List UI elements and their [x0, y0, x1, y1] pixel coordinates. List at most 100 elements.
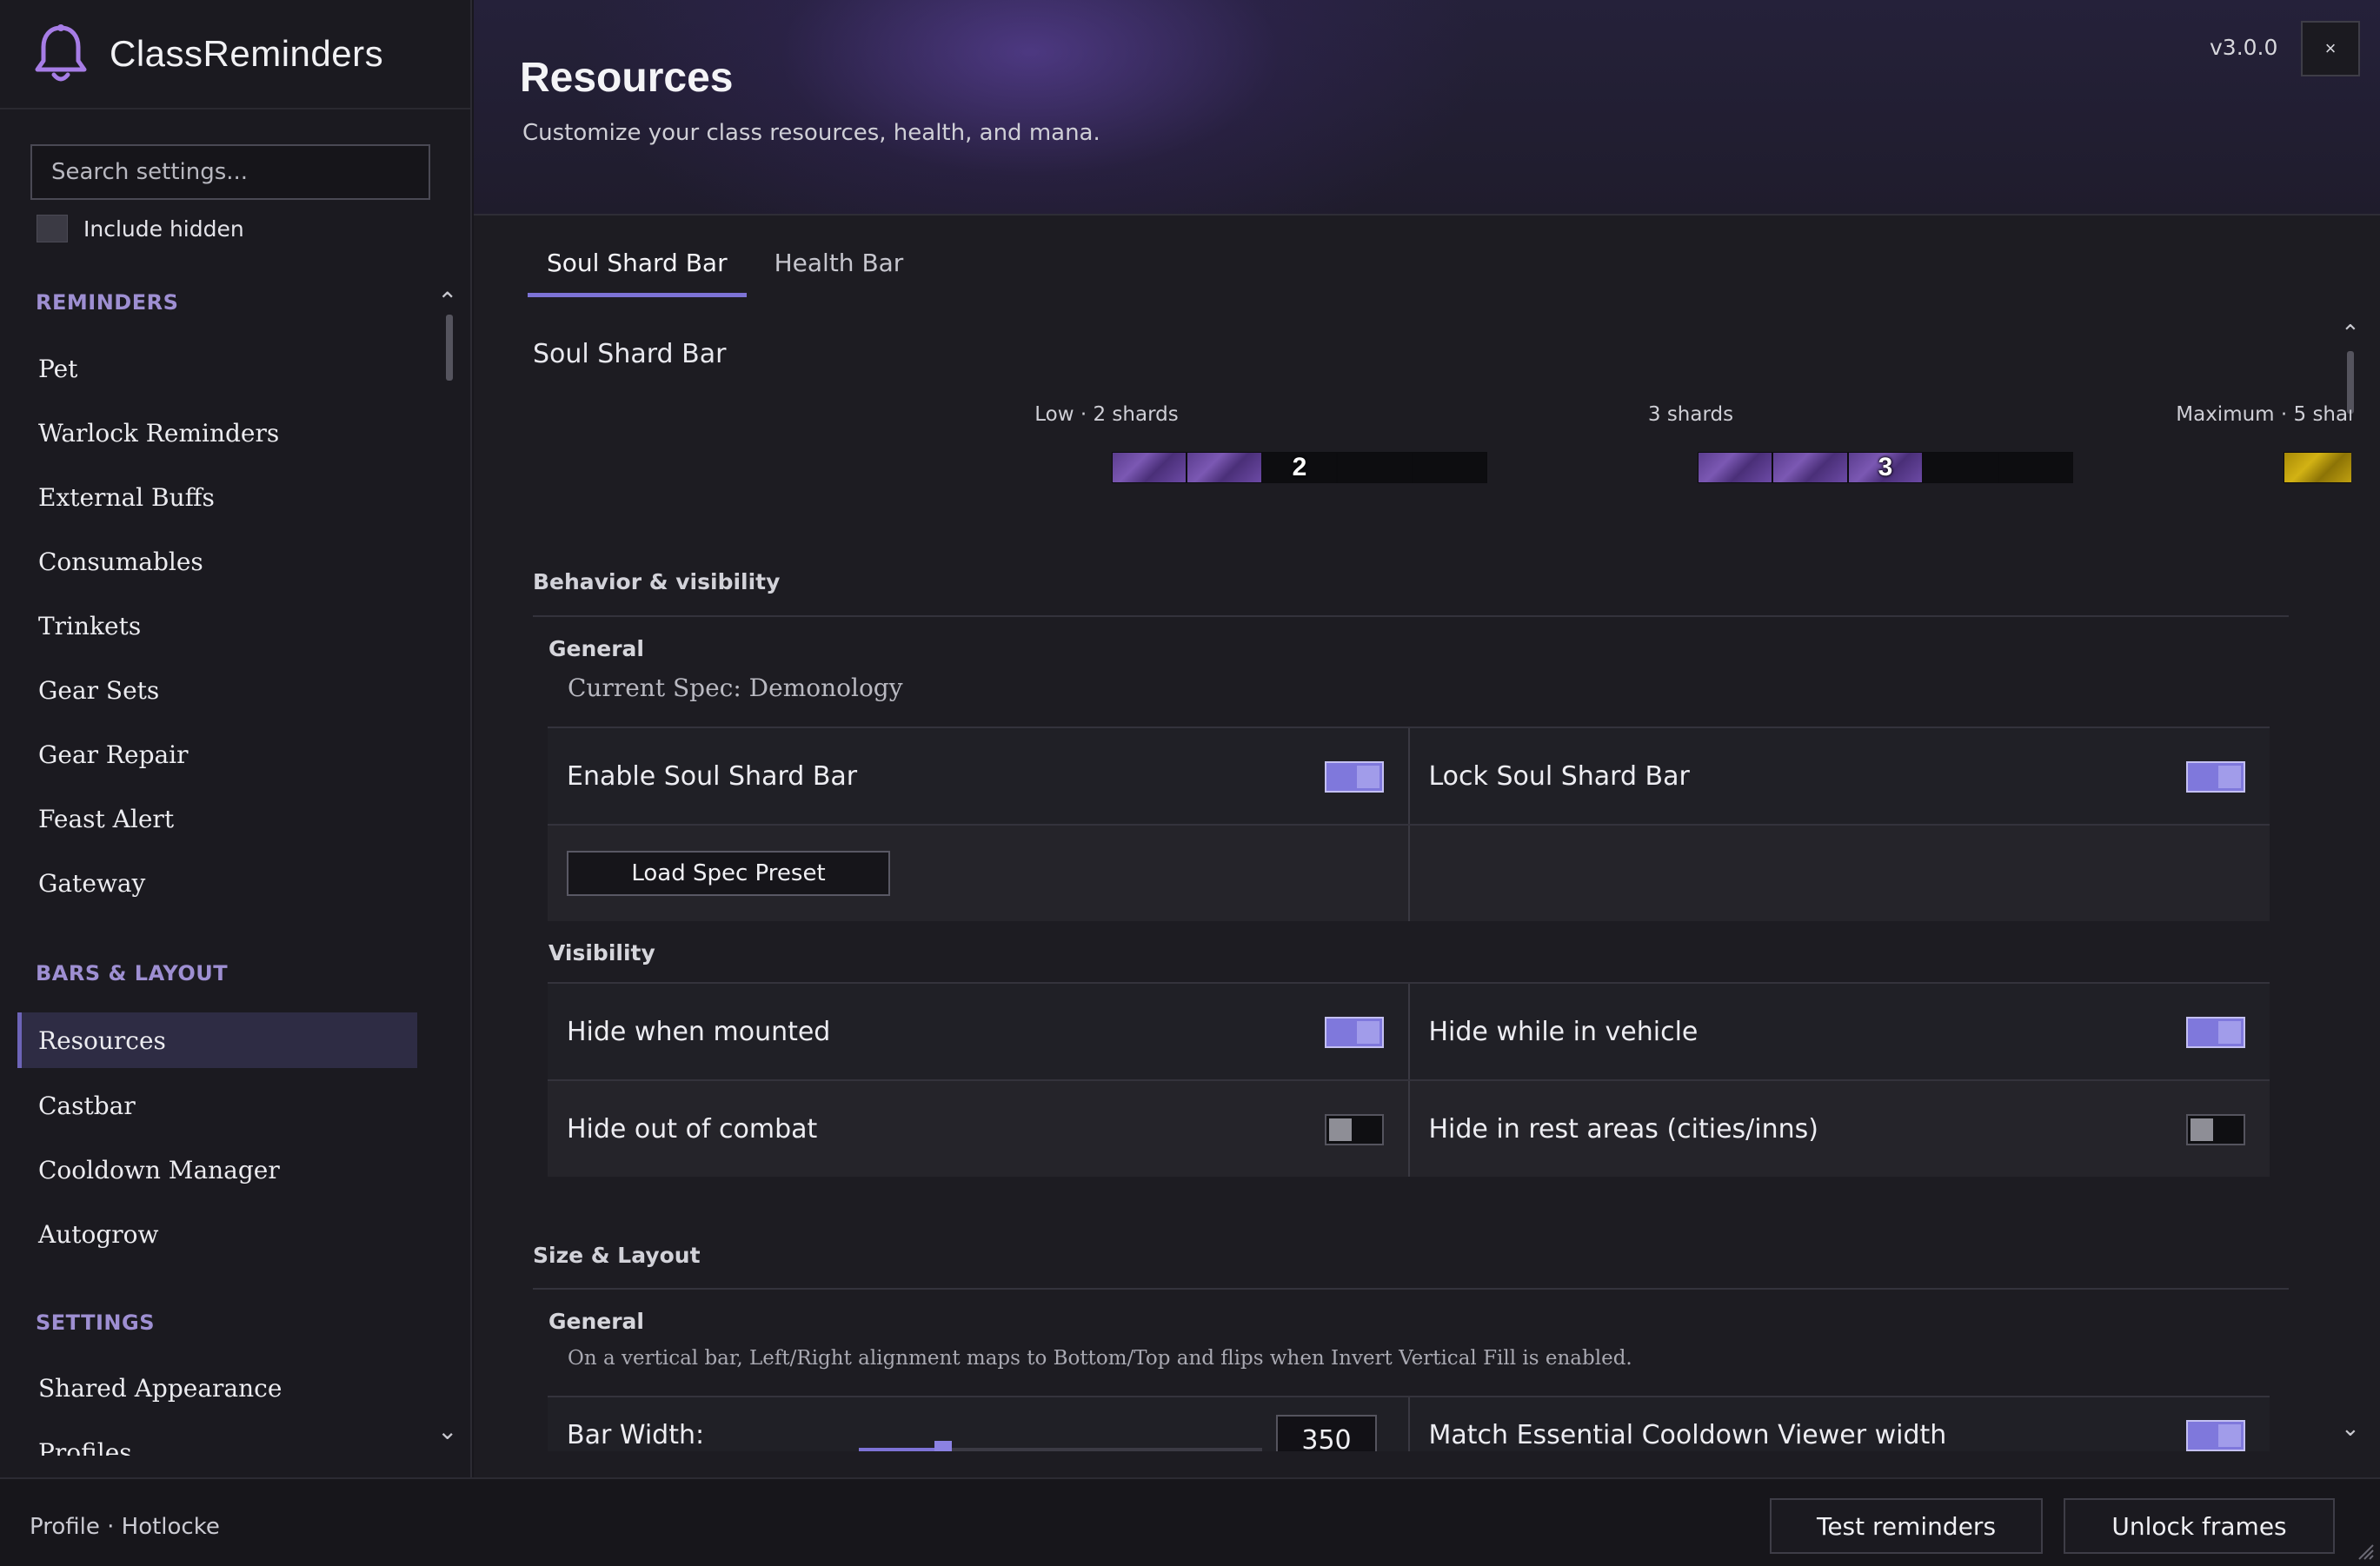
toggle-knob — [1356, 766, 1379, 788]
setting-label: Hide when mounted — [567, 1016, 831, 1047]
sidebar-item-resources[interactable]: Resources — [17, 1012, 417, 1068]
toggle-knob — [1328, 1118, 1352, 1141]
app-name: ClassReminders — [110, 33, 384, 74]
bar-width-slider-thumb[interactable] — [934, 1441, 953, 1451]
preview-label-max: Maximum · 5 shards — [2176, 403, 2351, 426]
hide-vehicle-toggle[interactable] — [2186, 1017, 2245, 1048]
enable-soul-shard-toggle[interactable] — [1324, 761, 1384, 793]
sidebar: ClassReminders Include hidden REMINDERS … — [0, 0, 472, 1477]
sidebar-item-gateway[interactable]: Gateway — [17, 855, 417, 911]
preview-label-low: Low · 2 shards — [1034, 403, 1179, 426]
settings-row: Hide out of combat Hide in rest areas (c… — [548, 1079, 2270, 1177]
tab-soul-shard-bar[interactable]: Soul Shard Bar — [528, 242, 747, 297]
sidebar-item-external-buffs[interactable]: External Buffs — [17, 469, 417, 525]
chevron-down-icon[interactable]: ⌄ — [437, 1417, 457, 1445]
subsection-general: General — [548, 1309, 644, 1334]
include-hidden-label: Include hidden — [83, 216, 244, 242]
sidebar-item-cooldown-manager[interactable]: Cooldown Manager — [17, 1142, 417, 1198]
close-button[interactable]: × — [2301, 21, 2360, 76]
shard-segment — [1924, 453, 1999, 482]
group-title-size-layout: Size & Layout — [533, 1243, 701, 1268]
test-reminders-button[interactable]: Test reminders — [1770, 1498, 2043, 1554]
sidebar-item-gear-sets[interactable]: Gear Sets — [17, 662, 417, 718]
sidebar-item-autogrow[interactable]: Autogrow — [17, 1206, 417, 1262]
bar-width-slider-fill — [859, 1448, 944, 1451]
main-panel: Resources Customize your class resources… — [474, 0, 2380, 1477]
preview-label-mid: 3 shards — [1647, 403, 1734, 426]
empty-cell — [1410, 826, 2270, 921]
sidebar-item-consumables[interactable]: Consumables — [17, 534, 417, 589]
page-title: Resources — [520, 55, 734, 101]
setting-label: Hide while in vehicle — [1428, 1016, 1699, 1047]
toggle-knob — [2191, 1118, 2213, 1141]
section-title-soul-shard-bar: Soul Shard Bar — [533, 339, 727, 369]
profile-label: Profile · Hotlocke — [30, 1514, 220, 1540]
toggle-knob — [2218, 1021, 2241, 1044]
settings-content: Soul Shard Bar Low · 2 shards 3 shards M… — [474, 322, 2351, 1451]
setting-label: Hide out of combat — [567, 1113, 818, 1145]
brand: ClassReminders — [0, 0, 470, 109]
sidebar-item-trinkets[interactable]: Trinkets — [17, 598, 417, 654]
toggle-knob — [2218, 766, 2241, 788]
bell-icon — [35, 24, 87, 82]
setting-hide-in-vehicle: Hide while in vehicle — [1410, 984, 2270, 1079]
sidebar-item-pet[interactable]: Pet — [17, 341, 417, 396]
settings-row: Bar Width: 350 Match Essential Cooldown … — [548, 1396, 2270, 1451]
resize-grip-icon[interactable] — [2354, 1540, 2375, 1561]
sidebar-item-profiles[interactable]: Profiles — [17, 1424, 417, 1457]
sidebar-item-feast-alert[interactable]: Feast Alert — [17, 791, 417, 846]
shard-count: 3 — [1878, 453, 1893, 481]
setting-load-preset: Load Spec Preset — [548, 826, 1410, 921]
hide-mounted-toggle[interactable] — [1324, 1017, 1384, 1048]
section-header-bars-layout: BARS & LAYOUT — [36, 961, 229, 985]
settings-row: Enable Soul Shard Bar Lock Soul Shard Ba… — [548, 727, 2270, 824]
setting-bar-width: Bar Width: 350 — [548, 1397, 1410, 1451]
shard-preview-max: 5 — [2284, 452, 2351, 483]
include-hidden-toggle[interactable]: Include hidden — [37, 215, 244, 242]
shard-segment — [1773, 453, 1849, 482]
settings-row: Load Spec Preset — [548, 824, 2270, 921]
alignment-note: On a vertical bar, Left/Right alignment … — [568, 1347, 1632, 1370]
search-input[interactable] — [30, 144, 430, 200]
sidebar-nav: REMINDERS Pet Warlock Reminders External… — [0, 278, 452, 1456]
section-header-settings: SETTINGS — [36, 1311, 155, 1335]
sidebar-item-castbar[interactable]: Castbar — [17, 1078, 417, 1133]
shard-preview-mid: 3 — [1698, 452, 2073, 483]
subsection-general: General — [548, 636, 644, 661]
subsection-visibility: Visibility — [548, 940, 655, 965]
setting-hide-rest-areas: Hide in rest areas (cities/inns) — [1410, 1081, 2270, 1177]
match-width-toggle[interactable] — [2186, 1420, 2245, 1451]
shard-segment: 2 — [1262, 453, 1339, 482]
page-subtitle: Customize your class resources, health, … — [522, 120, 1100, 146]
include-hidden-checkbox[interactable] — [37, 215, 68, 242]
unlock-frames-button[interactable]: Unlock frames — [2064, 1498, 2335, 1554]
tab-bar: Soul Shard Bar Health Bar — [528, 242, 931, 297]
hide-rest-toggle[interactable] — [2186, 1114, 2245, 1145]
shard-segment — [1413, 453, 1487, 482]
section-header-reminders: REMINDERS — [36, 290, 179, 315]
load-spec-preset-button[interactable]: Load Spec Preset — [567, 851, 890, 896]
settings-row: Hide when mounted Hide while in vehicle — [548, 982, 2270, 1079]
sidebar-scrollbar-thumb[interactable] — [446, 315, 453, 381]
setting-label: Hide in rest areas (cities/inns) — [1428, 1113, 1818, 1145]
page-header: Resources Customize your class resources… — [474, 0, 2380, 216]
chevron-up-icon[interactable]: ⌃ — [437, 287, 457, 315]
sidebar-item-gear-repair[interactable]: Gear Repair — [17, 727, 417, 782]
toggle-knob — [1356, 1021, 1379, 1044]
group-title-behavior: Behavior & visibility — [533, 569, 781, 594]
setting-hide-when-mounted: Hide when mounted — [548, 984, 1410, 1079]
footer: Profile · Hotlocke Test reminders Unlock… — [0, 1477, 2380, 1566]
sidebar-item-warlock-reminders[interactable]: Warlock Reminders — [17, 405, 417, 461]
toggle-knob — [2218, 1424, 2241, 1447]
bar-width-input[interactable]: 350 — [1276, 1415, 1377, 1451]
lock-soul-shard-toggle[interactable] — [2186, 761, 2245, 793]
sidebar-item-shared-appearance[interactable]: Shared Appearance — [17, 1360, 417, 1416]
shard-segment — [1699, 453, 1774, 482]
tab-health-bar[interactable]: Health Bar — [755, 242, 923, 297]
shard-segment — [1338, 453, 1413, 482]
setting-label: Match Essential Cooldown Viewer width — [1428, 1420, 1947, 1450]
hide-ooc-toggle[interactable] — [1324, 1114, 1384, 1145]
setting-label: Enable Soul Shard Bar — [567, 760, 858, 792]
shard-preview-low: 2 — [1112, 452, 1487, 483]
shard-segment: 3 — [1848, 453, 1925, 482]
